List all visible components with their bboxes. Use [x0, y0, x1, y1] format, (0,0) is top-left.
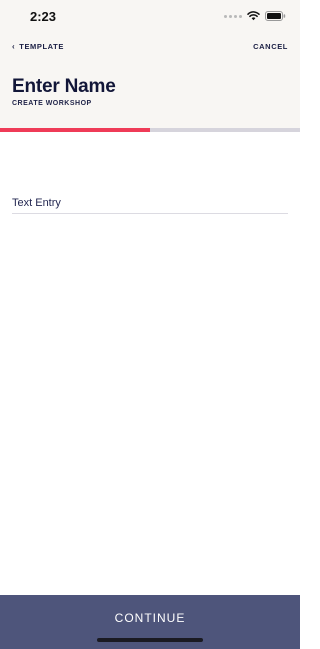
page-title: Enter Name [12, 76, 116, 97]
nav-bar: ‹ TEMPLATE CANCEL [0, 42, 300, 56]
cancel-button[interactable]: CANCEL [253, 42, 288, 51]
back-button[interactable]: ‹ TEMPLATE [12, 42, 64, 51]
chevron-left-icon: ‹ [12, 41, 16, 51]
name-field [12, 193, 288, 214]
name-input[interactable] [12, 197, 288, 214]
signal-dots-icon [224, 14, 242, 18]
status-time: 2:23 [30, 9, 57, 24]
home-indicator [97, 638, 203, 642]
page-subtitle: CREATE WORKSHOP [12, 100, 92, 107]
header: 2:23 ‹ TEMPLATE CANCEL Enter Name CREATE… [0, 0, 300, 128]
back-label: TEMPLATE [19, 42, 64, 51]
battery-icon [265, 11, 286, 21]
progress-fill [0, 128, 150, 132]
progress-bar [0, 128, 300, 132]
status-bar: 2:23 [0, 0, 300, 32]
status-icons [224, 11, 286, 21]
wifi-icon [247, 11, 260, 21]
